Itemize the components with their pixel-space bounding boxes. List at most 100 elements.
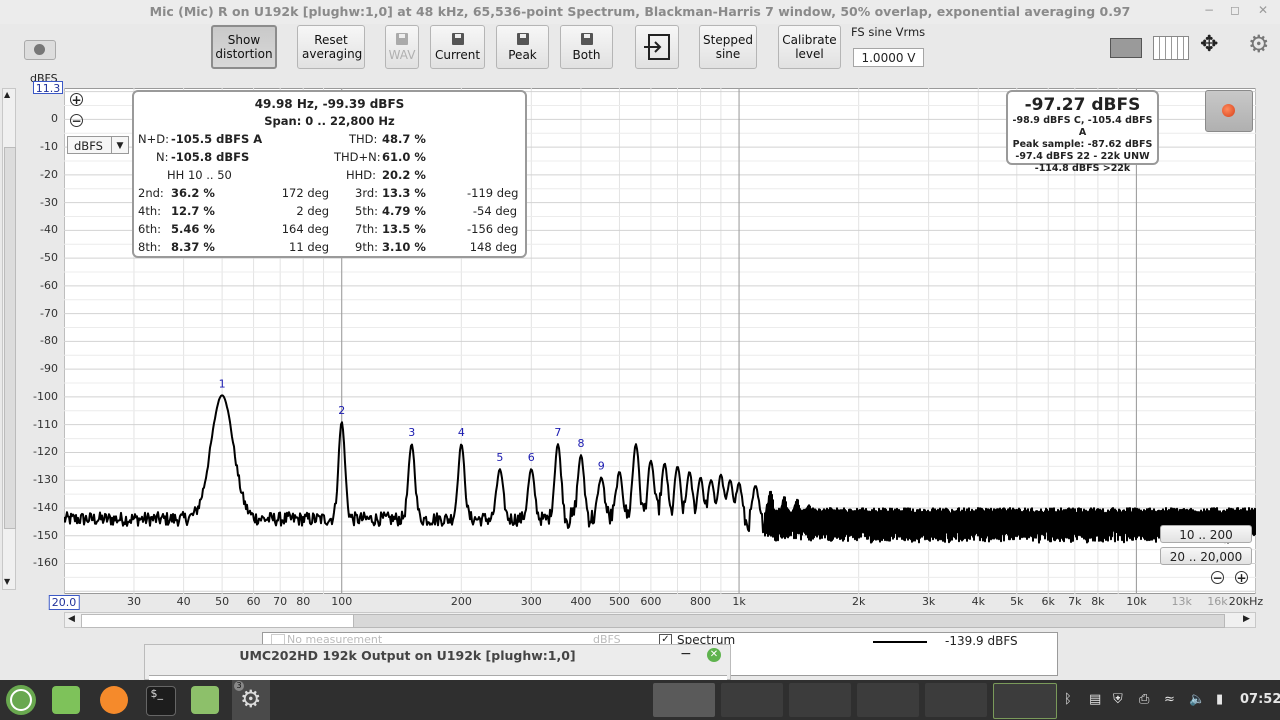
x-tick-label: 300 bbox=[520, 595, 542, 608]
output-window[interactable]: UMC202HD 192k Output on U192k [plughw:1,… bbox=[144, 644, 731, 680]
toolbar: Show distortion Reset averaging WAV Curr… bbox=[0, 24, 1280, 86]
x-tick-label: 16k bbox=[1207, 595, 1228, 608]
zoom-in-x-icon[interactable]: + bbox=[1235, 571, 1248, 584]
output-window-title: UMC202HD 192k Output on U192k [plughw:1,… bbox=[239, 648, 576, 663]
harmonic-left-label: 4th: bbox=[138, 204, 161, 218]
workspace-1[interactable] bbox=[653, 683, 715, 717]
x-tick-label[interactable]: 20.0 bbox=[48, 595, 80, 610]
mint-menu-icon[interactable] bbox=[6, 685, 36, 715]
range-10-200-button[interactable]: 10 .. 200 bbox=[1160, 525, 1252, 543]
scroll-left-icon[interactable]: ◀ bbox=[68, 614, 75, 624]
workspace-5[interactable] bbox=[925, 683, 987, 717]
y-tick-label: -10 bbox=[40, 140, 58, 154]
files-icon[interactable] bbox=[191, 686, 219, 714]
hscroll-track-left bbox=[81, 614, 355, 628]
volume-icon[interactable]: 🔈 bbox=[1189, 692, 1205, 707]
battery-icon[interactable]: ▮ bbox=[1216, 692, 1223, 707]
harmonic-left-value: 12.7 % bbox=[171, 204, 215, 218]
save-current-button[interactable]: Current bbox=[430, 25, 485, 69]
legend-level-value: -139.9 dBFS bbox=[945, 634, 1018, 648]
workspace-3[interactable] bbox=[789, 683, 851, 717]
firefox-icon[interactable] bbox=[100, 686, 128, 714]
y-axis-top-value[interactable]: 11.3 bbox=[33, 81, 63, 95]
harmonic-marker-label: 4 bbox=[458, 426, 465, 439]
thd-value: 48.7 % bbox=[382, 132, 426, 146]
zoom-in-icon[interactable]: + bbox=[70, 93, 83, 106]
harmonic-marker-label: 8 bbox=[577, 437, 584, 450]
printer-icon[interactable]: ⎙ bbox=[1139, 692, 1149, 707]
stepped-sine-button[interactable]: Stepped sine bbox=[699, 25, 757, 69]
terminal-icon[interactable]: $_ bbox=[146, 686, 176, 716]
harmonic-left-label: 6th: bbox=[138, 222, 161, 236]
maximize-icon[interactable]: ◻ bbox=[1230, 3, 1240, 17]
y-tick-label: -20 bbox=[40, 167, 58, 181]
scroll-down-icon[interactable]: ▼ bbox=[4, 577, 10, 586]
window-count-badge: 3 bbox=[234, 681, 244, 691]
harmonic-marker-label: 2 bbox=[338, 404, 345, 417]
chevron-down-icon: ▼ bbox=[111, 137, 128, 153]
clipboard-icon[interactable]: ▤ bbox=[1089, 692, 1101, 707]
rew-app-tab[interactable]: ⚙ 3 bbox=[232, 680, 270, 720]
wifi-icon[interactable]: ≈ bbox=[1164, 692, 1175, 707]
save-both-button[interactable]: Both bbox=[560, 25, 613, 69]
save-peak-button[interactable]: Peak bbox=[496, 25, 549, 69]
camera-icon[interactable] bbox=[24, 40, 56, 60]
y-tick-label: -70 bbox=[40, 306, 58, 320]
settings-gear-icon[interactable]: ⚙ bbox=[1248, 32, 1270, 56]
thdn-value: 61.0 % bbox=[382, 150, 426, 164]
harmonic-marker-label: 9 bbox=[598, 459, 605, 472]
hscroll-thumb[interactable] bbox=[353, 614, 1225, 628]
harmonic-left-deg: 172 deg bbox=[281, 186, 329, 200]
y-tick-label: -60 bbox=[40, 278, 58, 292]
thd-label: THD: bbox=[349, 132, 378, 146]
range-20-20000-button[interactable]: 20 .. 20,000 bbox=[1160, 547, 1252, 565]
close-icon[interactable]: ✕ bbox=[1258, 3, 1268, 17]
y-tick-label: -160 bbox=[33, 556, 58, 570]
save-icon bbox=[580, 32, 593, 45]
workspace-4[interactable] bbox=[857, 683, 919, 717]
shield-icon[interactable]: ⛨ bbox=[1113, 692, 1123, 707]
unit-select[interactable]: dBFS ▼ bbox=[67, 136, 129, 154]
output-close-icon[interactable]: ✕ bbox=[707, 648, 721, 662]
export-button[interactable] bbox=[635, 25, 679, 69]
harmonic-marker-label: 1 bbox=[219, 377, 226, 390]
spectrum-legend-line bbox=[873, 641, 927, 643]
output-minimize-icon[interactable]: − bbox=[680, 646, 692, 662]
level-line-1: -98.9 dBFS C, -105.4 dBFS A bbox=[1012, 115, 1153, 138]
y-tick-label: -50 bbox=[40, 251, 58, 265]
clock: 07:52 bbox=[1240, 692, 1280, 707]
export-icon bbox=[644, 34, 670, 60]
hhd-label: HHD: bbox=[346, 168, 377, 182]
reset-averaging-button[interactable]: Reset averaging bbox=[297, 25, 365, 69]
workspace-2[interactable] bbox=[721, 683, 783, 717]
zoom-out-icon[interactable]: − bbox=[70, 114, 83, 127]
cursor-readout: 49.98 Hz, -99.39 dBFS bbox=[254, 97, 405, 111]
zoom-out-x-icon[interactable]: − bbox=[1211, 571, 1224, 584]
harmonic-marker-label: 3 bbox=[408, 426, 415, 439]
harmonic-right-deg: -156 deg bbox=[467, 222, 519, 236]
show-desktop-icon[interactable] bbox=[52, 686, 80, 714]
app-gear-icon: ⚙ bbox=[240, 685, 262, 713]
wav-button[interactable]: WAV bbox=[385, 25, 419, 69]
scroll-right-icon[interactable]: ▶ bbox=[1243, 614, 1250, 624]
x-tick-label: 8k bbox=[1091, 595, 1105, 608]
hhd-value: 20.2 % bbox=[382, 168, 426, 182]
harmonic-right-value: 13.3 % bbox=[382, 186, 426, 200]
panels-icon[interactable] bbox=[1153, 36, 1189, 60]
show-distortion-button[interactable]: Show distortion bbox=[211, 25, 277, 69]
horizontal-scrollbar[interactable]: ◀ ▶ bbox=[64, 612, 1256, 628]
fs-vrms-input[interactable]: 1.0000 V bbox=[853, 48, 924, 67]
window-layout-icon[interactable] bbox=[1104, 36, 1142, 58]
harmonic-right-label: 3rd: bbox=[355, 186, 379, 200]
harmonic-right-value: 4.79 % bbox=[382, 204, 426, 218]
scroll-up-icon[interactable]: ▲ bbox=[4, 90, 10, 99]
harmonic-right-value: 13.5 % bbox=[382, 222, 426, 236]
bluetooth-icon[interactable]: ᛒ bbox=[1064, 692, 1072, 707]
calibrate-level-button[interactable]: Calibrate level bbox=[778, 25, 841, 69]
minimize-icon[interactable]: − bbox=[1204, 3, 1214, 17]
x-tick-label: 7k bbox=[1068, 595, 1082, 608]
record-button[interactable] bbox=[1205, 90, 1253, 132]
fullscreen-icon[interactable]: ✥ bbox=[1200, 34, 1218, 56]
workspace-6[interactable] bbox=[993, 683, 1057, 719]
x-tick-label: 80 bbox=[296, 595, 311, 608]
